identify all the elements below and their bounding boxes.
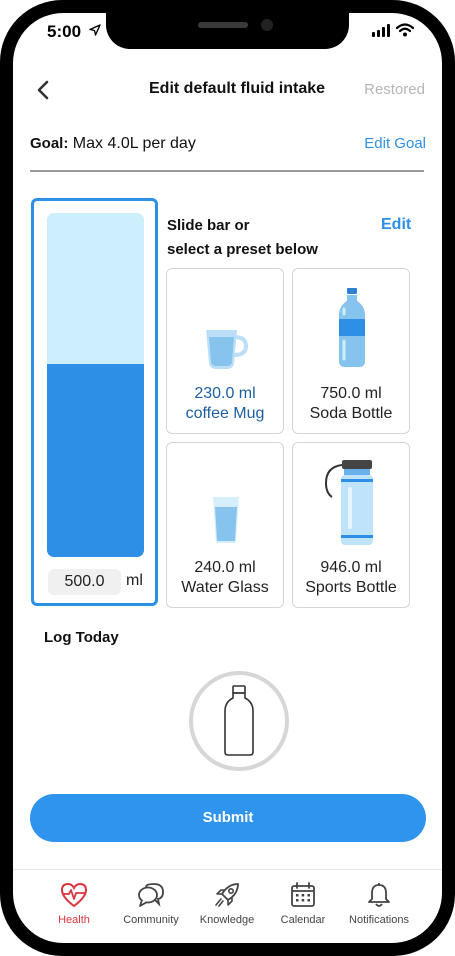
back-icon[interactable]: [33, 79, 55, 101]
location-arrow-icon: [89, 23, 101, 41]
page-title: Edit default fluid intake: [149, 80, 326, 97]
notch: [106, 13, 349, 49]
presets-intro-line2: select a preset below: [167, 241, 318, 258]
presets-intro: Slide bar or select a preset below: [167, 214, 318, 262]
tab-calendar[interactable]: Calendar: [263, 882, 343, 926]
divider: [30, 170, 424, 172]
presets-intro-line1: Slide bar or: [167, 217, 250, 234]
preset-coffee-mug[interactable]: 230.0 ml coffee Mug: [166, 268, 284, 434]
app-screen: 5:00 Edit default fluid intake Restored: [13, 13, 442, 943]
chat-bubbles-icon: [138, 883, 164, 907]
slider-fill: [47, 364, 144, 557]
tab-label: Health: [58, 914, 90, 926]
preset-sports-bottle[interactable]: 946.0 ml Sports Bottle: [292, 442, 410, 608]
tab-community[interactable]: Community: [111, 882, 191, 926]
bottom-tab-bar: Health Community Knowledge Calendar Noti…: [13, 869, 442, 943]
tab-label: Calendar: [280, 914, 326, 926]
preset-pic: [293, 269, 409, 373]
calendar-icon: [291, 882, 315, 907]
amount-input[interactable]: 500.0: [48, 569, 121, 595]
phone-frame: 5:00 Edit default fluid intake Restored: [0, 0, 455, 956]
preset-water-glass[interactable]: 240.0 ml Water Glass: [166, 442, 284, 608]
tab-label: Notifications: [349, 914, 409, 926]
log-bottle-button[interactable]: [189, 671, 289, 771]
sports-bottle-icon: [324, 460, 373, 545]
preset-name: Sports Bottle: [305, 579, 397, 596]
restored-button[interactable]: Restored: [364, 81, 425, 98]
preset-amount: 946.0 ml: [320, 559, 382, 576]
bottle-outline-icon: [224, 685, 254, 756]
bell-icon: [368, 883, 390, 907]
edit-presets-link[interactable]: Edit: [381, 216, 411, 234]
water-glass-icon: [213, 497, 239, 543]
coffee-mug-icon: [206, 330, 249, 369]
status-time: 5:00: [47, 22, 82, 41]
tab-label: Knowledge: [199, 914, 255, 926]
edit-goal-link[interactable]: Edit Goal: [364, 135, 426, 152]
preset-name: Water Glass: [181, 579, 269, 596]
preset-pic: [167, 443, 283, 547]
preset-amount: 230.0 ml: [194, 385, 256, 402]
intake-slider[interactable]: [47, 213, 144, 557]
tab-knowledge[interactable]: Knowledge: [187, 882, 267, 926]
goal-value: Max 4.0L per day: [72, 135, 196, 152]
camera: [261, 19, 273, 31]
amount-unit: ml: [126, 572, 143, 589]
rocket-icon: [215, 883, 239, 907]
soda-bottle-icon: [339, 288, 365, 367]
speaker: [198, 22, 248, 28]
goal-row: Goal: Max 4.0L per day Edit Goal: [30, 135, 426, 159]
tab-health[interactable]: Health: [34, 882, 114, 926]
log-today-title: Log Today: [44, 629, 119, 646]
signal-icon: [372, 23, 390, 37]
preset-name: coffee Mug: [185, 405, 265, 422]
preset-pic: [293, 443, 409, 547]
preset-name: Soda Bottle: [309, 405, 393, 422]
preset-soda-bottle[interactable]: 750.0 ml Soda Bottle: [292, 268, 410, 434]
wifi-icon: [396, 23, 414, 37]
preset-amount: 750.0 ml: [320, 385, 382, 402]
tab-label: Community: [123, 914, 179, 926]
top-bar: Edit default fluid intake Restored: [13, 75, 442, 105]
tab-notifications[interactable]: Notifications: [339, 882, 419, 926]
intake-slider-card: 500.0 ml: [31, 198, 158, 606]
status-indicators: [372, 23, 414, 37]
preset-pic: [167, 269, 283, 373]
goal-label: Goal:: [30, 135, 69, 152]
heart-pulse-icon: [60, 882, 88, 908]
preset-amount: 240.0 ml: [194, 559, 256, 576]
submit-button[interactable]: Submit: [30, 794, 426, 842]
